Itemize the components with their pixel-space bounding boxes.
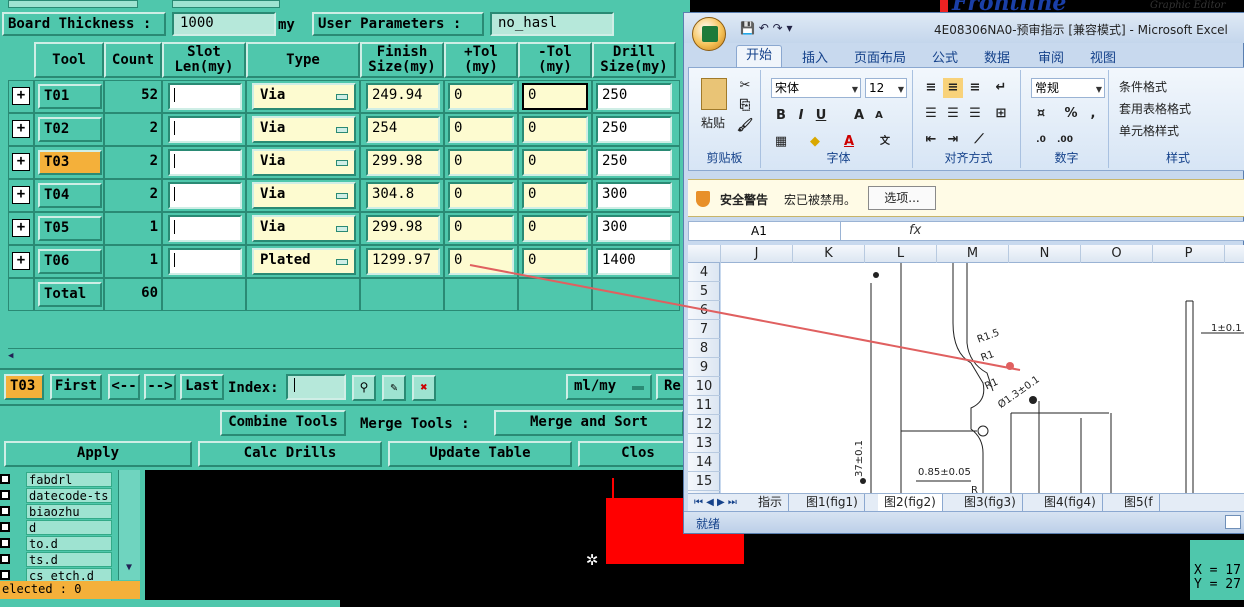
office-button[interactable]: [692, 17, 726, 51]
annotation-arrow: [469, 264, 1021, 371]
